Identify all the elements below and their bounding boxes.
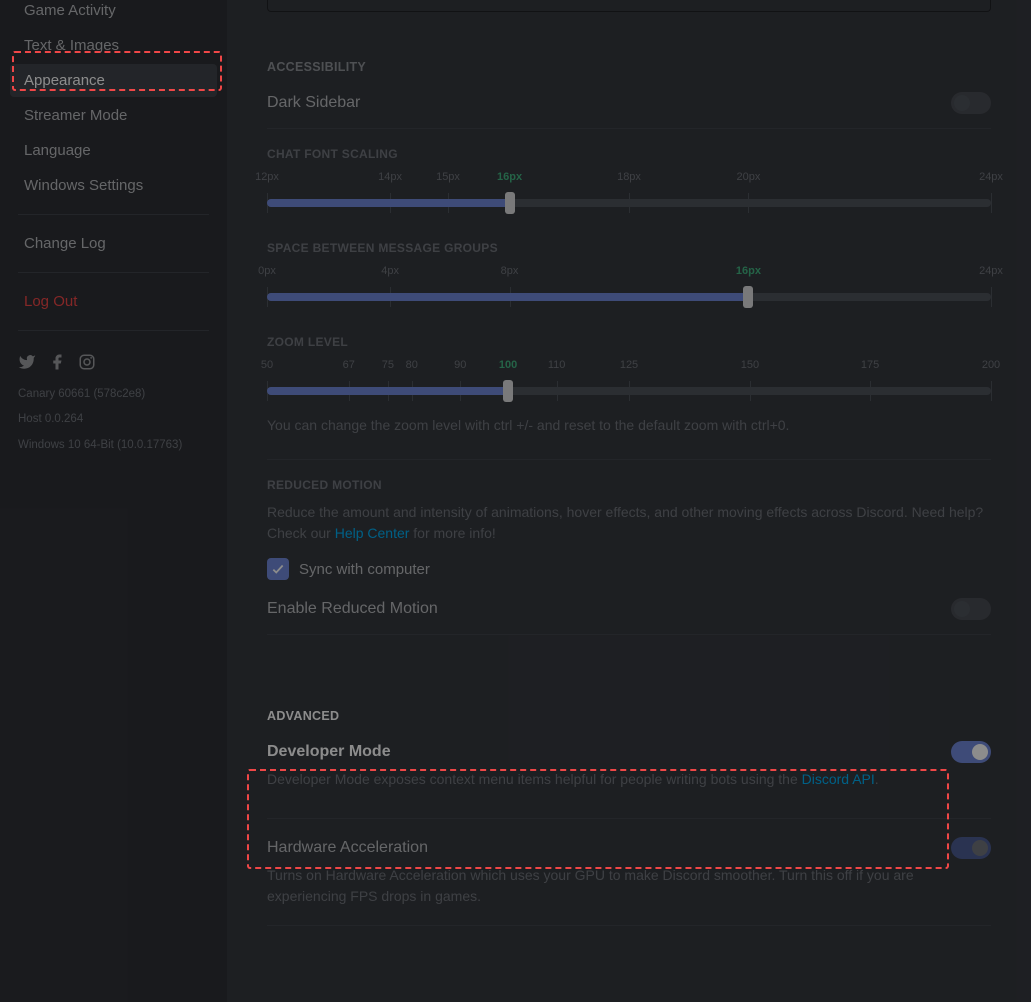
slider-tick: 24px [979, 265, 1003, 277]
slider-tick: 14px [378, 171, 402, 183]
discord-api-link[interactable]: Discord API [802, 771, 875, 787]
build-version: Canary 60661 (578c2e8) [0, 382, 227, 407]
sync-with-computer-label: Sync with computer [299, 561, 430, 578]
message-spacing-ticks: 0px4px8px16px24px [267, 265, 991, 279]
host-version: Host 0.0.264 [0, 407, 227, 432]
slider-tick: 67 [343, 359, 355, 371]
sync-with-computer-row: Sync with computer [267, 558, 991, 580]
chat-font-scaling-block: CHAT FONT SCALING 12px14px15px16px18px20… [267, 147, 991, 215]
message-spacing-title: SPACE BETWEEN MESSAGE GROUPS [267, 241, 991, 255]
divider [267, 634, 991, 635]
slider-tick: 150 [741, 359, 759, 371]
zoom-level-title: ZOOM LEVEL [267, 335, 991, 349]
enable-reduced-motion-label: Enable Reduced Motion [267, 600, 438, 618]
hardware-acceleration-label: Hardware Acceleration [267, 839, 428, 857]
social-icons [0, 343, 227, 382]
prev-section-bottom [267, 0, 991, 12]
slider-tick: 12px [255, 171, 279, 183]
enable-reduced-motion-toggle[interactable] [951, 598, 991, 620]
slider-tick: 20px [737, 171, 761, 183]
divider [267, 459, 991, 460]
divider [267, 818, 991, 819]
slider-tick: 50 [261, 359, 273, 371]
slider-tick: 15px [436, 171, 460, 183]
sidebar-divider [18, 272, 209, 273]
slider-tick: 125 [620, 359, 638, 371]
developer-mode-row: Developer Mode [267, 741, 991, 763]
divider [267, 128, 991, 129]
sidebar-item-streamer-mode[interactable]: Streamer Mode [10, 99, 217, 132]
divider [267, 925, 991, 926]
zoom-level-ticks: 5067758090100110125150175200 [267, 359, 991, 373]
slider-thumb[interactable] [503, 380, 513, 402]
section-title-advanced: ADVANCED [267, 709, 991, 723]
developer-mode-label: Developer Mode [267, 743, 391, 761]
slider-tick: 0px [258, 265, 276, 277]
sidebar-item-change-log[interactable]: Change Log [10, 227, 217, 260]
help-center-link[interactable]: Help Center [335, 525, 410, 541]
sidebar-item-text-images[interactable]: Text & Images [10, 29, 217, 62]
slider-tick: 24px [979, 171, 1003, 183]
sidebar-item-log-out[interactable]: Log Out [10, 285, 217, 318]
slider-thumb[interactable] [505, 192, 515, 214]
chat-font-scaling-title: CHAT FONT SCALING [267, 147, 991, 161]
slider-tick: 175 [861, 359, 879, 371]
zoom-level-slider[interactable] [267, 379, 991, 403]
slider-tick: 100 [499, 359, 517, 371]
developer-mode-toggle[interactable] [951, 741, 991, 763]
section-title-accessibility: ACCESSIBILITY [267, 60, 991, 74]
dark-sidebar-toggle[interactable] [951, 92, 991, 114]
facebook-icon[interactable] [48, 353, 66, 376]
slider-thumb[interactable] [743, 286, 753, 308]
settings-content: ACCESSIBILITY Dark Sidebar CHAT FONT SCA… [227, 0, 1031, 1002]
hardware-acceleration-desc: Turns on Hardware Acceleration which use… [267, 865, 991, 907]
sidebar-item-language[interactable]: Language [10, 134, 217, 167]
zoom-hint: You can change the zoom level with ctrl … [267, 417, 991, 433]
slider-tick: 18px [617, 171, 641, 183]
slider-tick: 16px [736, 265, 761, 277]
sync-with-computer-checkbox[interactable] [267, 558, 289, 580]
sidebar-divider [18, 330, 209, 331]
settings-sidebar: Game Activity Text & Images Appearance S… [0, 0, 227, 1002]
sidebar-item-appearance[interactable]: Appearance [10, 64, 217, 97]
hardware-acceleration-row: Hardware Acceleration [267, 837, 991, 859]
twitter-icon[interactable] [18, 353, 36, 376]
zoom-level-block: ZOOM LEVEL 5067758090100110125150175200 … [267, 335, 991, 433]
slider-tick: 90 [454, 359, 466, 371]
developer-mode-desc: Developer Mode exposes context menu item… [267, 769, 991, 790]
slider-tick: 80 [406, 359, 418, 371]
message-spacing-block: SPACE BETWEEN MESSAGE GROUPS 0px4px8px16… [267, 241, 991, 309]
dark-sidebar-label: Dark Sidebar [267, 94, 360, 112]
reduced-motion-title: REDUCED MOTION [267, 478, 991, 492]
sidebar-item-windows-settings[interactable]: Windows Settings [10, 169, 217, 202]
enable-reduced-motion-row: Enable Reduced Motion [267, 598, 991, 620]
instagram-icon[interactable] [78, 353, 96, 376]
message-spacing-slider[interactable] [267, 285, 991, 309]
dark-sidebar-row: Dark Sidebar [267, 92, 991, 114]
slider-tick: 16px [497, 171, 522, 183]
reduced-motion-desc: Reduce the amount and intensity of anima… [267, 502, 991, 544]
slider-tick: 8px [501, 265, 519, 277]
os-version: Windows 10 64-Bit (10.0.17763) [0, 433, 227, 458]
sidebar-divider [18, 214, 209, 215]
slider-tick: 200 [982, 359, 1000, 371]
slider-tick: 110 [548, 359, 566, 371]
chat-font-ticks: 12px14px15px16px18px20px24px [267, 171, 991, 185]
slider-tick: 4px [381, 265, 399, 277]
chat-font-slider[interactable] [267, 191, 991, 215]
sidebar-item-game-activity[interactable]: Game Activity [10, 0, 217, 27]
hardware-acceleration-toggle[interactable] [951, 837, 991, 859]
slider-tick: 75 [382, 359, 394, 371]
